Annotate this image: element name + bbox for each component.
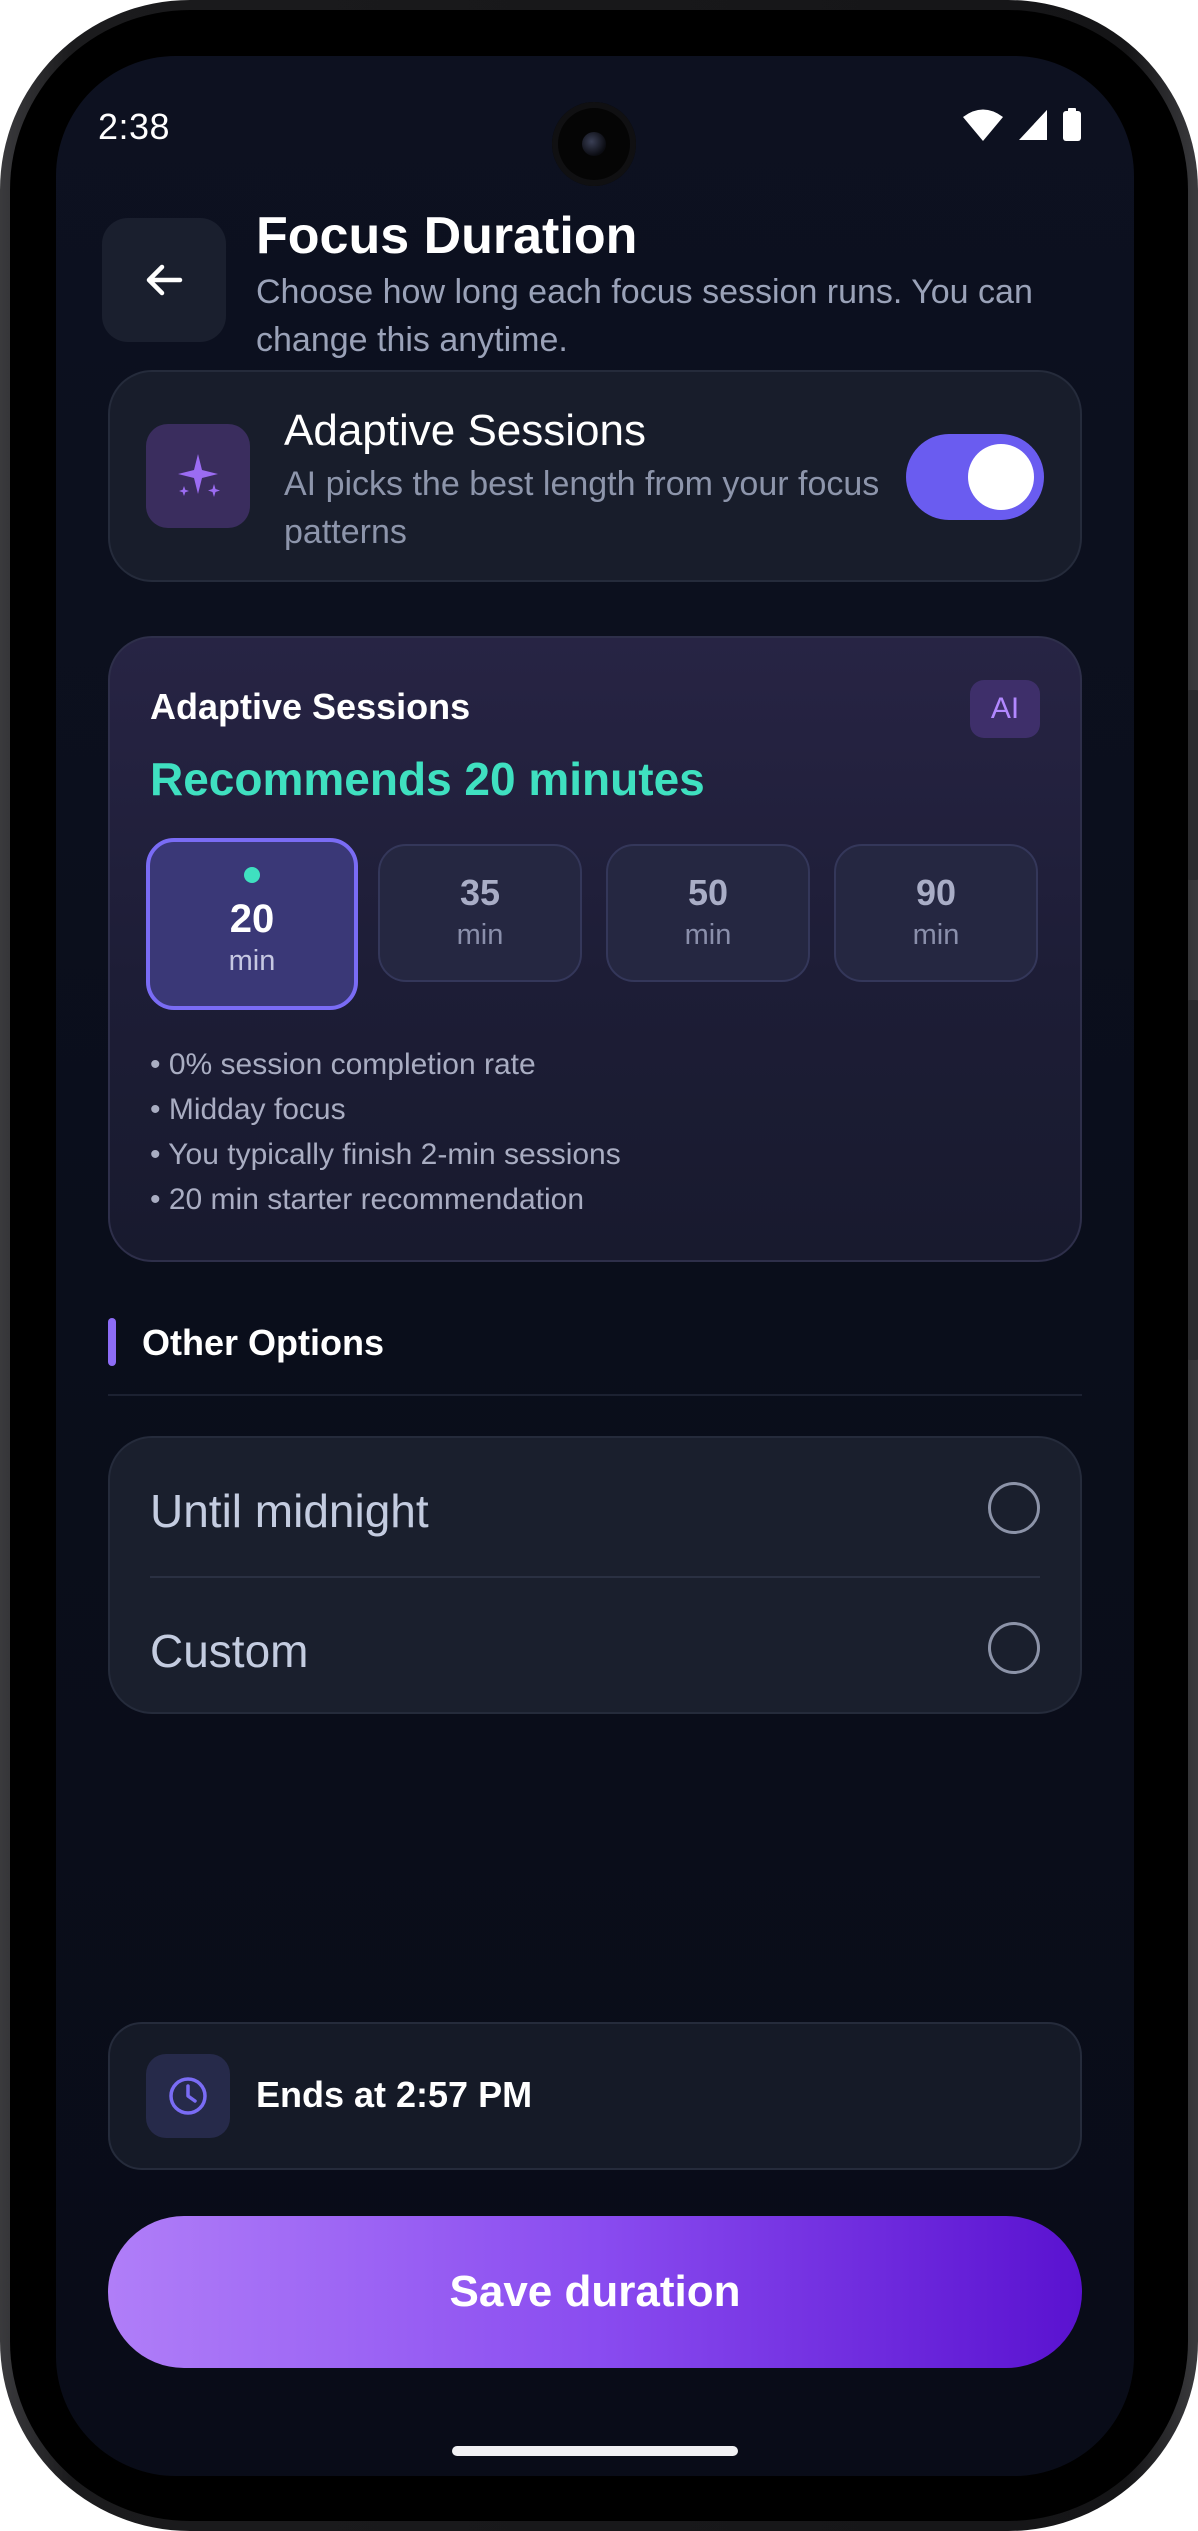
duration-value: 90 <box>915 872 957 913</box>
arrow-left-icon <box>146 264 183 296</box>
ai-badge: AI <box>970 680 1040 738</box>
adaptive-sessions-title: Adaptive Sessions <box>284 406 646 455</box>
duration-unit: min <box>684 919 732 951</box>
status-time: 2:38 <box>98 106 171 147</box>
battery-icon <box>1063 108 1081 141</box>
adaptive-sessions-description: AI picks the best length from your focus… <box>284 465 880 551</box>
phone-frame: 2:38 Focus Duration Choose how long each… <box>0 0 1198 2531</box>
cellular-signal-icon <box>1019 110 1047 140</box>
toggle-knob <box>968 444 1034 510</box>
other-options-card: Until midnight Custom <box>108 1436 1082 1714</box>
option-custom[interactable]: Custom <box>150 1578 1040 1718</box>
section-accent-bar <box>108 1318 116 1366</box>
reason-item: • You typically finish 2-min sessions <box>150 1138 621 1171</box>
save-duration-button[interactable]: Save duration <box>108 2216 1082 2368</box>
duration-option-90[interactable]: 90 min <box>834 844 1038 982</box>
radio-button[interactable] <box>988 1622 1040 1674</box>
status-icons <box>962 108 1082 142</box>
home-indicator[interactable] <box>452 2446 738 2456</box>
recommendation-card: Adaptive Sessions AI Recommends 20 minut… <box>108 636 1082 1262</box>
other-options-title: Other Options <box>142 1322 384 1363</box>
option-label: Custom <box>150 1625 309 1677</box>
adaptive-icon-box <box>146 424 250 528</box>
recommendation-reasons: • 0% session completion rate • Midday fo… <box>150 1042 621 1222</box>
duration-unit: min <box>228 945 276 977</box>
front-camera <box>552 102 636 186</box>
end-time-text: Ends at 2:57 PM <box>256 2074 533 2115</box>
reason-item: • 20 min starter recommendation <box>150 1183 585 1216</box>
duration-unit: min <box>456 919 504 951</box>
duration-value: 35 <box>459 872 501 913</box>
page-title: Focus Duration <box>256 207 638 265</box>
reason-item: • Midday focus <box>150 1093 346 1126</box>
recommendation-title: Adaptive Sessions <box>150 686 471 727</box>
section-divider <box>108 1394 1082 1396</box>
duration-option-50[interactable]: 50 min <box>606 844 810 982</box>
duration-value: 50 <box>687 872 729 913</box>
reason-item: • 0% session completion rate <box>150 1048 536 1081</box>
page-subtitle: Choose how long each focus session runs.… <box>256 273 1033 359</box>
screen: 2:38 Focus Duration Choose how long each… <box>56 56 1134 2476</box>
selected-dot-icon <box>244 867 260 883</box>
back-button[interactable] <box>102 218 226 342</box>
duration-value: 20 <box>229 897 275 941</box>
clock-icon-box <box>146 2054 230 2138</box>
option-until-midnight[interactable]: Until midnight <box>150 1438 1040 1578</box>
adaptive-sessions-toggle[interactable] <box>906 434 1044 520</box>
duration-unit: min <box>912 919 960 951</box>
recommendation-headline: Recommends 20 minutes <box>150 753 705 805</box>
option-label: Until midnight <box>150 1485 429 1537</box>
adaptive-sessions-card: Adaptive Sessions AI picks the best leng… <box>108 370 1082 582</box>
duration-option-20[interactable]: 20 min <box>146 838 358 1010</box>
duration-option-35[interactable]: 35 min <box>378 844 582 982</box>
clock-icon <box>169 2077 207 2115</box>
radio-button[interactable] <box>988 1482 1040 1534</box>
sparkles-icon <box>178 454 220 497</box>
wifi-icon <box>963 109 1003 141</box>
end-time-summary: Ends at 2:57 PM <box>108 2022 1082 2170</box>
